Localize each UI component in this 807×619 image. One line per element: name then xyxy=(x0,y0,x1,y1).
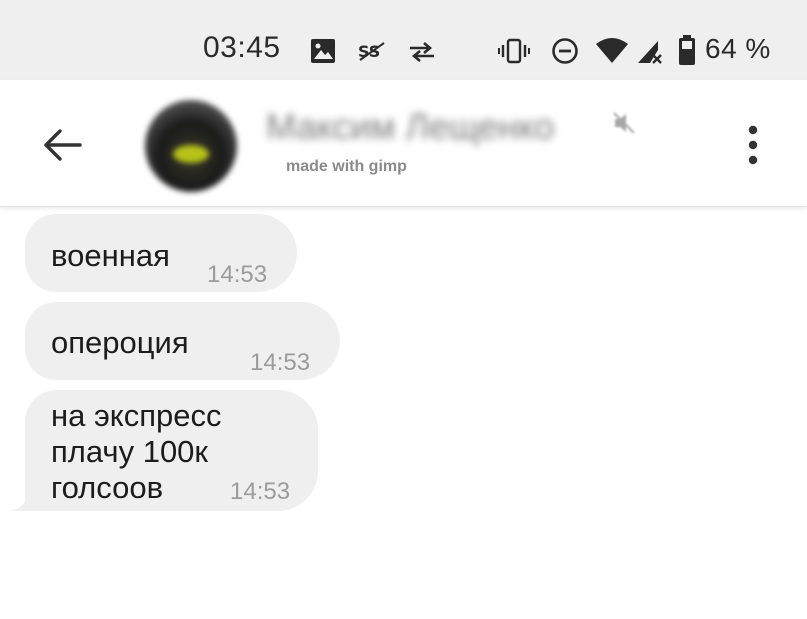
status-bar: 03:45 SS 64 % xyxy=(0,0,807,80)
avatar-logo xyxy=(173,145,209,163)
sync-icon: SS xyxy=(358,42,385,61)
vibrate-icon xyxy=(498,38,530,64)
more-vertical-icon xyxy=(748,125,758,165)
arrow-left-icon xyxy=(44,129,82,161)
message-bubble[interactable]: военная 14:53 xyxy=(25,214,297,292)
contact-name[interactable]: Максим Лещенко xyxy=(266,106,554,148)
more-options-button[interactable] xyxy=(736,122,770,168)
battery-percent: 64 % xyxy=(705,33,771,64)
contact-status: made with gimp xyxy=(286,158,407,175)
message-bubble[interactable]: на экспресс плачу 100к голсоов 14:53 xyxy=(25,390,318,511)
message-text: на экспресс плачу 100к голсоов xyxy=(51,398,222,505)
chat-header: Максим Лещенко made with gimp xyxy=(0,80,807,207)
status-time: 03:45 xyxy=(203,31,281,64)
message-time: 14:53 xyxy=(207,261,268,288)
wifi-icon xyxy=(596,38,628,63)
muted-speaker-icon xyxy=(613,112,635,134)
avatar[interactable] xyxy=(145,100,237,192)
cellular-signal-icon xyxy=(638,41,662,64)
data-transfer-icon xyxy=(410,42,434,62)
do-not-disturb-icon xyxy=(552,38,578,64)
message-time: 14:53 xyxy=(230,478,291,505)
message-text: оперoция xyxy=(51,325,189,360)
message-bubble[interactable]: оперoция 14:53 xyxy=(25,302,340,380)
battery-icon xyxy=(679,35,695,65)
message-time: 14:53 xyxy=(250,349,311,376)
image-icon xyxy=(311,39,335,63)
message-text: военная xyxy=(51,238,170,273)
back-button[interactable] xyxy=(36,122,88,168)
